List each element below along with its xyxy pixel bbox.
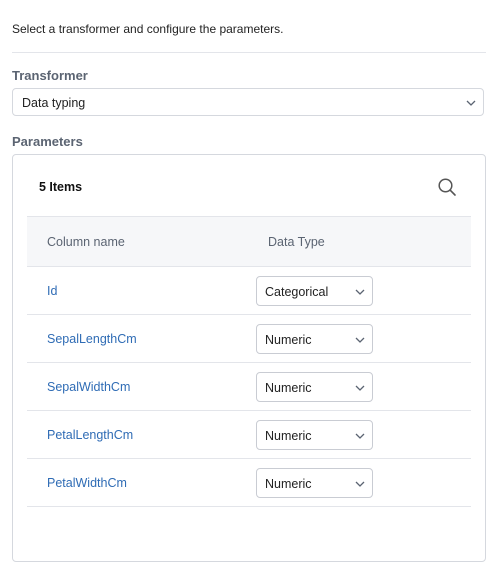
- chevron-down-icon: [466, 100, 476, 106]
- data-type-select[interactable]: Numeric: [256, 420, 373, 450]
- column-name-link[interactable]: SepalLengthCm: [47, 332, 137, 346]
- table-row: Id Categorical: [27, 267, 471, 315]
- table-header: Column name Data Type: [27, 216, 471, 267]
- column-name-link[interactable]: PetalLengthCm: [47, 428, 133, 442]
- column-name-link[interactable]: Id: [47, 284, 57, 298]
- table-row: SepalWidthCm Numeric: [27, 363, 471, 411]
- search-icon: [438, 178, 456, 196]
- column-name-link[interactable]: SepalWidthCm: [47, 380, 130, 394]
- chevron-down-icon: [355, 481, 365, 487]
- data-type-value: Numeric: [265, 429, 312, 443]
- table-row: PetalWidthCm Numeric: [27, 459, 471, 507]
- data-type-value: Numeric: [265, 381, 312, 395]
- transformer-select[interactable]: Data typing: [12, 88, 484, 116]
- chevron-down-icon: [355, 337, 365, 343]
- data-type-select[interactable]: Numeric: [256, 372, 373, 402]
- data-type-value: Numeric: [265, 477, 312, 491]
- chevron-down-icon: [355, 289, 365, 295]
- table-row: PetalLengthCm Numeric: [27, 411, 471, 459]
- items-count: 5 Items: [39, 180, 83, 194]
- parameters-label: Parameters: [12, 134, 83, 149]
- transformer-label: Transformer: [12, 68, 88, 83]
- column-header-type: Data Type: [268, 235, 325, 249]
- table-row: SepalLengthCm Numeric: [27, 315, 471, 363]
- divider: [12, 52, 486, 53]
- data-type-value: Numeric: [265, 333, 312, 347]
- parameters-panel: 5 Items Column name Data Type Id Categor…: [12, 154, 486, 562]
- data-type-value: Categorical: [265, 285, 329, 299]
- column-name-link[interactable]: PetalWidthCm: [47, 476, 127, 490]
- instruction-text: Select a transformer and configure the p…: [12, 22, 284, 36]
- data-type-select[interactable]: Numeric: [256, 324, 373, 354]
- chevron-down-icon: [355, 433, 365, 439]
- data-type-select[interactable]: Categorical: [256, 276, 373, 306]
- parameters-table: Column name Data Type Id Categorical Sep…: [27, 216, 471, 507]
- search-button[interactable]: [436, 176, 458, 198]
- data-type-select[interactable]: Numeric: [256, 468, 373, 498]
- column-header-name: Column name: [47, 235, 125, 249]
- chevron-down-icon: [355, 385, 365, 391]
- transformer-select-value: Data typing: [22, 96, 86, 110]
